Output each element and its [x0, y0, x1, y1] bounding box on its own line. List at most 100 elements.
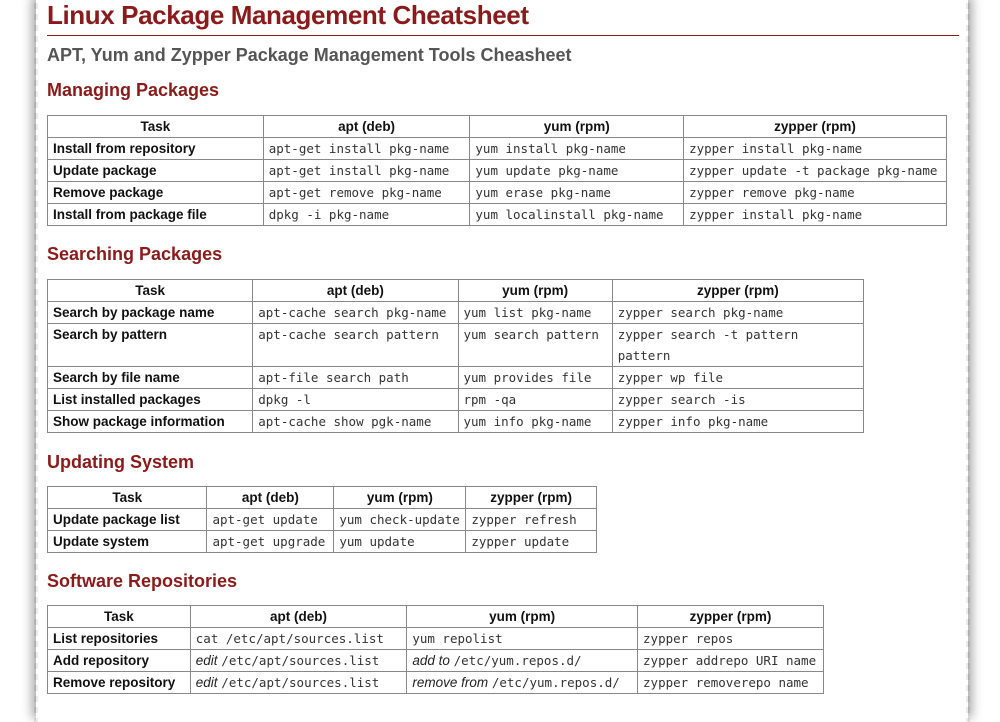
yum-instruction: remove from	[412, 675, 492, 690]
table-updating-system: Task apt (deb) yum (rpm) zypper (rpm) Up…	[46, 486, 597, 553]
table-row: Remove repository edit /etc/apt/sources.…	[47, 671, 824, 694]
apt-command-cell: apt-cache search pattern	[252, 323, 459, 367]
apt-command-cell: cat /etc/apt/sources.list	[189, 627, 408, 650]
task-cell: Add repository	[47, 649, 191, 672]
table-searching-packages: Task apt (deb) yum (rpm) zypper (rpm) Se…	[46, 279, 865, 433]
zypper-command-cell: zypper wp file	[611, 366, 865, 389]
table-row: Install from package file dpkg -i pkg-na…	[47, 203, 947, 226]
apt-command-cell: apt-cache show pgk-name	[252, 410, 459, 433]
task-cell: Update system	[46, 530, 208, 553]
apt-command-cell: apt-get install pkg-name	[262, 137, 471, 160]
apt-command: /etc/apt/sources.list	[221, 653, 380, 668]
task-cell: List installed packages	[46, 388, 254, 411]
column-header-zypper: zypper (rpm)	[611, 279, 865, 302]
yum-command-cell: yum repolist	[406, 627, 639, 650]
apt-instruction: edit	[195, 653, 222, 668]
apt-command: cat /etc/apt/sources.list	[195, 631, 384, 646]
column-header-task: Task	[46, 486, 208, 509]
section-heading-managing: Managing Packages	[47, 80, 220, 100]
zypper-command-cell: zypper install pkg-name	[683, 137, 947, 160]
column-header-zypper: zypper (rpm)	[465, 486, 597, 509]
table-header-row: Task apt (deb) yum (rpm) zypper (rpm)	[47, 605, 824, 628]
task-cell: Search by package name	[46, 301, 254, 324]
section-heading-updating: Updating System	[47, 452, 195, 472]
title-divider	[47, 35, 959, 36]
apt-command-cell: edit /etc/apt/sources.list	[189, 671, 408, 694]
task-cell: Show package information	[46, 410, 254, 433]
apt-command-cell: dpkg -l	[252, 388, 459, 411]
page-title: Linux Package Management Cheatsheet	[47, 0, 529, 30]
task-cell: Update package	[47, 159, 264, 182]
yum-command-cell: yum erase pkg-name	[469, 181, 685, 204]
table-row: Install from repository apt-get install …	[47, 137, 947, 160]
apt-command-cell: apt-get update	[206, 508, 335, 531]
column-header-task: Task	[46, 279, 254, 302]
yum-command: yum repolist	[412, 631, 503, 646]
table-row: Search by file name apt-file search path…	[46, 366, 865, 389]
yum-command-cell: yum search pattern	[457, 323, 613, 367]
yum-command-cell: yum localinstall pkg-name	[469, 203, 685, 226]
zypper-command-cell: zypper search pkg-name	[611, 301, 865, 324]
column-header-task: Task	[47, 605, 191, 628]
table-row: Search by pattern apt-cache search patte…	[46, 323, 865, 367]
column-header-zypper: zypper (rpm)	[683, 115, 947, 138]
zypper-command-cell: zypper update -t package pkg-name	[683, 159, 947, 182]
yum-instruction: add to	[412, 653, 454, 668]
yum-command-cell: add to /etc/yum.repos.d/	[406, 649, 639, 672]
task-cell: Update package list	[46, 508, 208, 531]
table-managing-packages: Task apt (deb) yum (rpm) zypper (rpm) In…	[47, 115, 947, 226]
zypper-command-cell: zypper removerepo name	[637, 671, 824, 694]
task-cell: Search by file name	[46, 366, 254, 389]
apt-command-cell: apt-cache search pkg-name	[252, 301, 459, 324]
task-cell: Remove package	[47, 181, 264, 204]
section-heading-repositories: Software Repositories	[47, 571, 238, 591]
table-row: List installed packages dpkg -l rpm -qa …	[46, 388, 865, 411]
zypper-command-cell: zypper info pkg-name	[611, 410, 865, 433]
task-cell: Search by pattern	[46, 323, 254, 367]
section-heading-searching: Searching Packages	[47, 244, 223, 264]
yum-command-cell: yum list pkg-name	[457, 301, 613, 324]
yum-command-cell: yum info pkg-name	[457, 410, 613, 433]
table-software-repositories: Task apt (deb) yum (rpm) zypper (rpm) Li…	[47, 605, 824, 694]
zypper-command-cell: zypper install pkg-name	[683, 203, 947, 226]
apt-command-cell: dpkg -i pkg-name	[262, 203, 471, 226]
table-header-row: Task apt (deb) yum (rpm) zypper (rpm)	[46, 486, 597, 509]
zypper-command-cell: zypper remove pkg-name	[683, 181, 947, 204]
apt-command: /etc/apt/sources.list	[221, 675, 380, 690]
column-header-apt: apt (deb)	[206, 486, 335, 509]
zypper-command-cell: zypper addrepo URI name	[637, 649, 824, 672]
apt-instruction: edit	[195, 675, 222, 690]
apt-command-cell: apt-get remove pkg-name	[262, 181, 471, 204]
table-row: Add repository edit /etc/apt/sources.lis…	[47, 649, 824, 672]
column-header-apt: apt (deb)	[262, 115, 471, 138]
task-cell: Remove repository	[47, 671, 191, 694]
yum-command-cell: remove from /etc/yum.repos.d/	[406, 671, 639, 694]
task-cell: Install from package file	[47, 203, 264, 226]
zypper-command-cell: zypper update	[465, 530, 597, 553]
apt-command-cell: apt-get install pkg-name	[262, 159, 471, 182]
table-row: Remove package apt-get remove pkg-name y…	[47, 181, 947, 204]
table-row: Update system apt-get upgrade yum update…	[46, 530, 597, 553]
column-header-yum: yum (rpm)	[469, 115, 685, 138]
yum-command-cell: yum check-update	[333, 508, 467, 531]
apt-command-cell: apt-get upgrade	[206, 530, 335, 553]
column-header-yum: yum (rpm)	[457, 279, 613, 302]
yum-command-cell: yum install pkg-name	[469, 137, 685, 160]
zypper-command-cell: zypper search -is	[611, 388, 865, 411]
table-header-row: Task apt (deb) yum (rpm) zypper (rpm)	[47, 115, 947, 138]
column-header-zypper: zypper (rpm)	[637, 605, 824, 628]
column-header-task: Task	[47, 115, 264, 138]
column-header-apt: apt (deb)	[189, 605, 408, 628]
table-row: Update package apt-get install pkg-name …	[47, 159, 947, 182]
yum-command: /etc/yum.repos.d/	[491, 675, 620, 690]
yum-command-cell: yum update	[333, 530, 467, 553]
zypper-command-cell: zypper search -t pattern pattern	[611, 323, 865, 367]
yum-command-cell: yum update pkg-name	[469, 159, 685, 182]
table-row: Update package list apt-get update yum c…	[46, 508, 597, 531]
task-cell: Install from repository	[47, 137, 264, 160]
yum-command-cell: yum provides file	[457, 366, 613, 389]
column-header-apt: apt (deb)	[252, 279, 459, 302]
table-row: Search by package name apt-cache search …	[46, 301, 865, 324]
zypper-command-cell: zypper repos	[637, 627, 824, 650]
yum-command: /etc/yum.repos.d/	[453, 653, 582, 668]
